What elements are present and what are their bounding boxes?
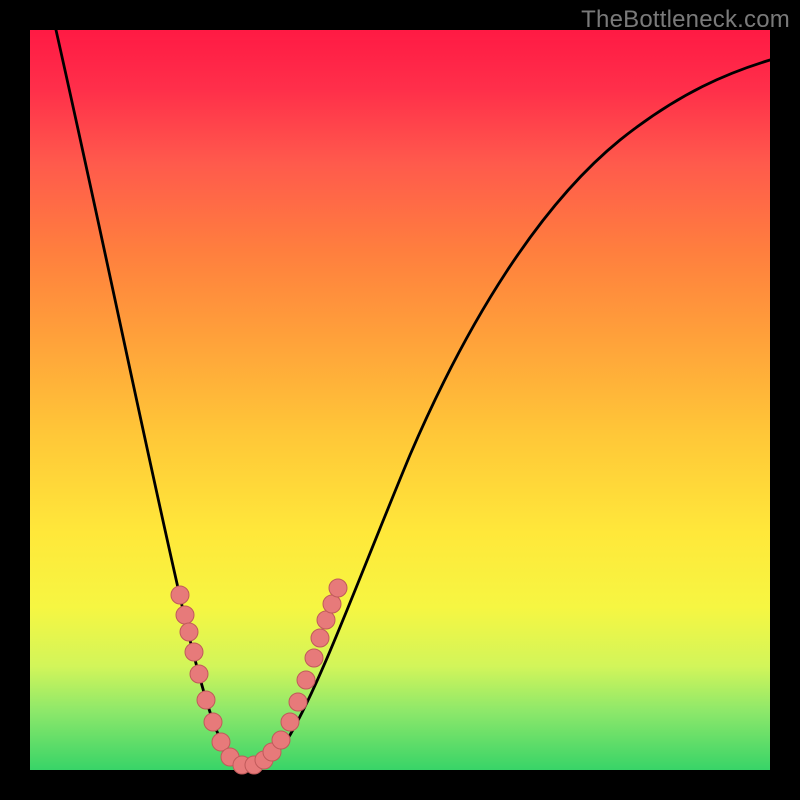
watermark-label: TheBottleneck.com — [581, 6, 790, 34]
plot-gradient-area — [30, 30, 770, 770]
chart-container: TheBottleneck.com — [0, 0, 800, 800]
